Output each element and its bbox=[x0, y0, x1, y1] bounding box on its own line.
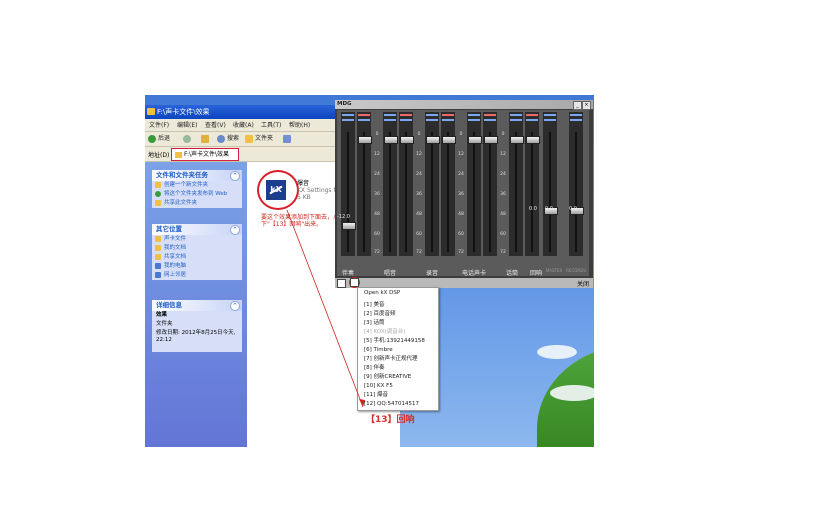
screenshot-area: F:\声卡文件\效果 文件(F) 编辑(E) 查看(V) 收藏(A) 工具(T)… bbox=[145, 95, 594, 447]
annotation-arrow bbox=[286, 209, 365, 408]
callout-label: 【13】回响 bbox=[366, 415, 415, 425]
